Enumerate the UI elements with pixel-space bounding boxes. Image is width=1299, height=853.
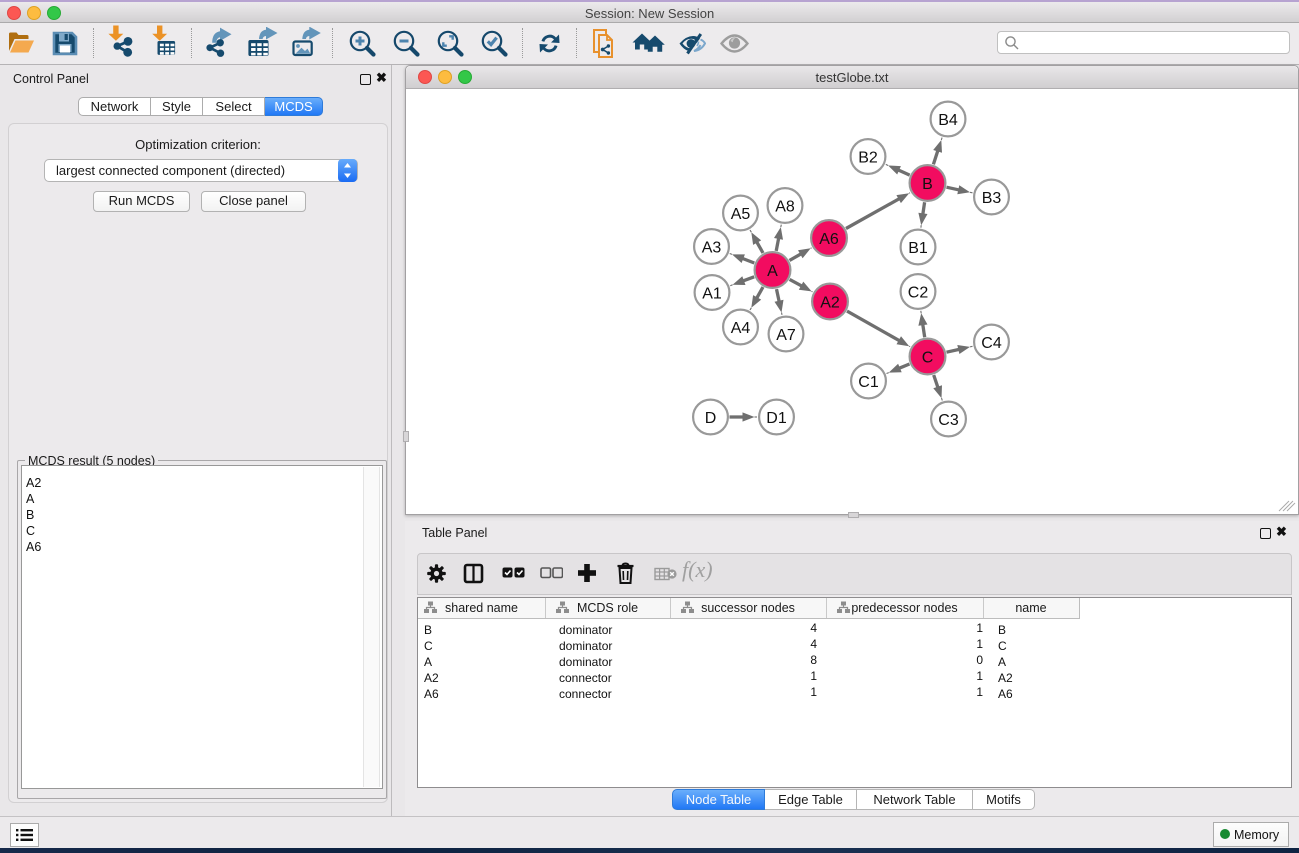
svg-text:A2: A2	[820, 294, 840, 311]
svg-text:A5: A5	[731, 206, 751, 223]
svg-text:C: C	[922, 349, 934, 366]
svg-text:A7: A7	[776, 327, 796, 344]
svg-text:D1: D1	[766, 410, 787, 427]
svg-text:C4: C4	[981, 335, 1002, 352]
svg-text:C2: C2	[908, 284, 929, 301]
svg-text:C3: C3	[938, 412, 959, 429]
svg-text:A6: A6	[819, 231, 839, 248]
svg-text:B: B	[922, 176, 933, 193]
svg-text:D: D	[705, 410, 717, 427]
svg-text:A3: A3	[702, 239, 722, 256]
svg-text:C1: C1	[858, 374, 879, 391]
svg-text:A4: A4	[731, 320, 751, 337]
svg-text:B1: B1	[908, 240, 928, 257]
svg-text:A: A	[767, 263, 778, 280]
svg-text:A8: A8	[775, 198, 795, 215]
svg-text:A1: A1	[702, 285, 722, 302]
svg-text:B4: B4	[938, 112, 958, 129]
svg-text:B2: B2	[858, 149, 878, 166]
svg-text:B3: B3	[982, 190, 1002, 207]
